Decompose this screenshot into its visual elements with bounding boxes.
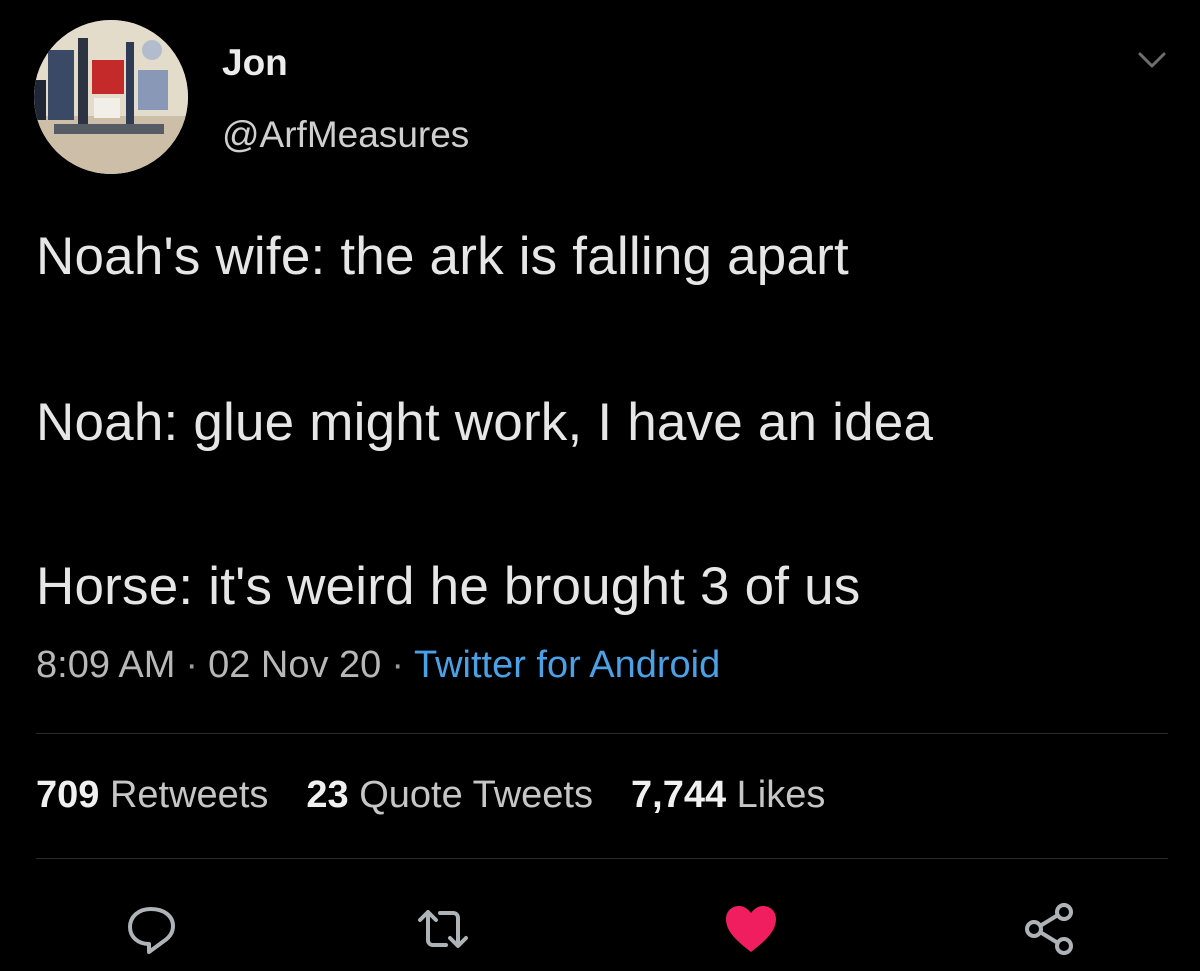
meta-separator: · — [391, 644, 404, 686]
reply-icon[interactable] — [122, 900, 180, 958]
quote-tweets-label: Quote Tweets — [359, 774, 593, 816]
share-icon[interactable] — [1020, 900, 1078, 958]
meta-separator: · — [185, 644, 199, 686]
retweet-icon[interactable] — [414, 900, 472, 958]
heart-icon[interactable] — [722, 900, 780, 958]
tweet-meta: 8:09 AM · 02 Nov 20 · Twitter for Android — [36, 644, 720, 687]
likes-stat[interactable]: 7,744 Likes — [631, 774, 825, 816]
tweet-text-line: Horse: it's weird he brought 3 of us — [36, 557, 861, 616]
avatar-image — [34, 20, 188, 174]
tweet-stats: 709 Retweets 23 Quote Tweets 7,744 Likes — [36, 774, 863, 817]
avatar[interactable] — [34, 20, 188, 174]
author-display-name[interactable]: Jon — [222, 42, 288, 84]
likes-count: 7,744 — [631, 774, 727, 816]
tweet-time: 8:09 AM — [36, 644, 176, 686]
tweet-source-link[interactable]: Twitter for Android — [414, 644, 720, 686]
divider — [36, 733, 1168, 734]
quote-tweets-stat[interactable]: 23 Quote Tweets — [306, 774, 593, 816]
retweets-count: 709 — [36, 774, 100, 816]
tweet-text-line: Noah: glue might work, I have an idea — [36, 393, 934, 452]
retweets-stat[interactable]: 709 Retweets — [36, 774, 268, 816]
likes-label: Likes — [736, 774, 826, 816]
tweet-text-line: Noah's wife: the ark is falling apart — [36, 227, 849, 286]
chevron-down-icon[interactable] — [1134, 48, 1170, 74]
retweets-label: Retweets — [109, 774, 269, 816]
divider — [36, 858, 1168, 859]
author-handle[interactable]: @ArfMeasures — [222, 114, 469, 156]
tweet-card: Jon @ArfMeasures Noah's wife: the ark is… — [0, 0, 1200, 971]
quote-tweets-count: 23 — [306, 774, 349, 816]
tweet-date[interactable]: 02 Nov 20 — [208, 644, 381, 686]
